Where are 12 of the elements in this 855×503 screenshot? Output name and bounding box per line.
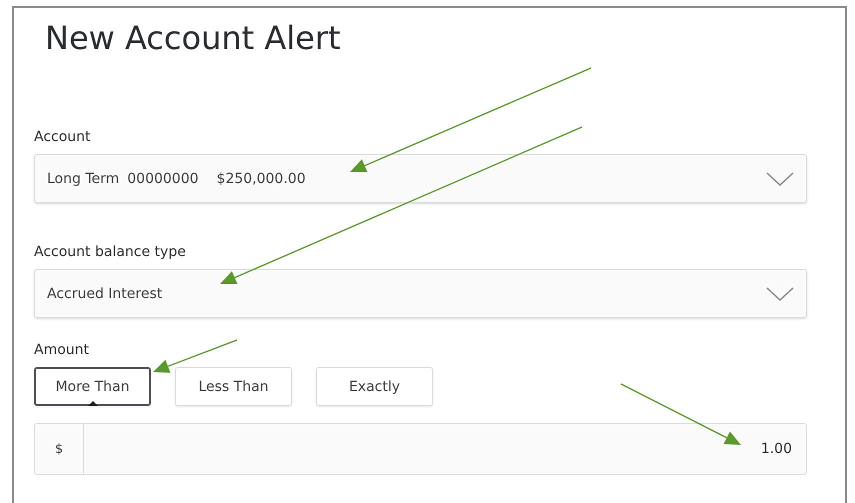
- balance-type-select[interactable]: Accrued Interest: [34, 269, 807, 318]
- comparison-button[interactable]: Less Than: [175, 367, 292, 406]
- field-label: Amount: [34, 341, 90, 359]
- comparison-button[interactable]: Exactly: [316, 367, 433, 406]
- field-label: Account balance type: [34, 243, 186, 261]
- chevron-down-icon: [766, 286, 794, 302]
- field-label: Account: [34, 128, 91, 146]
- account-select[interactable]: Long Term 00000000 $250,000.00: [34, 154, 807, 203]
- amount-field[interactable]: $ 1.00: [34, 423, 807, 475]
- chevron-down-icon: [766, 170, 794, 186]
- comparison-button[interactable]: More Than: [34, 367, 151, 406]
- page-title: New Account Alert: [45, 18, 342, 59]
